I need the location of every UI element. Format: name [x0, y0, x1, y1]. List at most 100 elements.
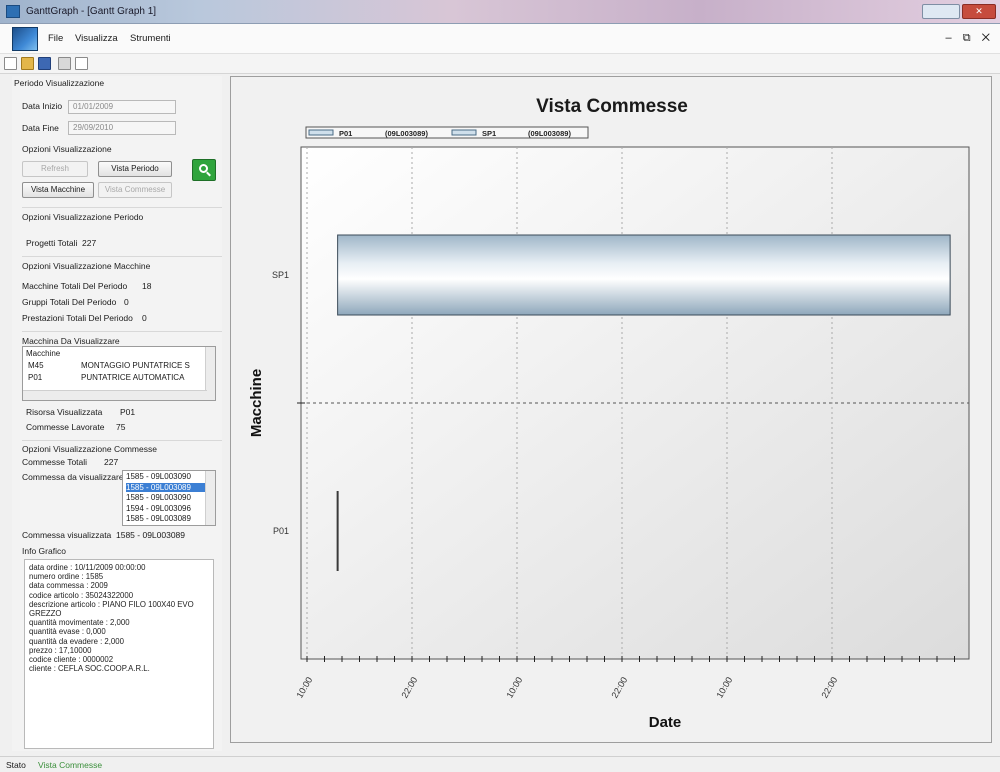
commessa-visualizzata-value: 1585 - 09L003089 [116, 530, 186, 540]
commesse-listbox[interactable]: 1585 - 09L003089 1594 - 09L003096 1585 - 0… [122, 470, 216, 526]
legend-series-name: P01 [339, 129, 352, 138]
data-fine-field[interactable]: 29/09/2010 [68, 121, 176, 135]
macchina-header: Macchina Da Visualizzare [22, 336, 120, 346]
vista-commesse-button[interactable]: Vista Commesse [98, 182, 172, 198]
print-preview-icon[interactable] [75, 57, 88, 70]
title-bar: GanttGraph - [Gantt Graph 1] ✕ [0, 0, 1000, 24]
risorsa-label: Risorsa Visualizzata [26, 407, 103, 417]
refresh-button[interactable]: Refresh [22, 161, 88, 177]
legend-swatch [308, 129, 334, 136]
data-inizio-label: Data Inizio [22, 101, 63, 111]
x-tick-label: 10:00 [714, 675, 734, 700]
prestazioni-value: 0 [142, 313, 147, 323]
macchina-code[interactable]: P01 [28, 373, 42, 382]
commesse-opts-header: Opzioni Visualizzazione Commesse [22, 444, 157, 454]
x-tick-label: 10:00 [294, 675, 314, 700]
info-line: codice articolo : 35024322000 [29, 590, 134, 600]
info-line: codice cliente : 0000002 [29, 655, 114, 665]
search-button[interactable] [192, 159, 216, 181]
gantt-chart: Vista Commesse P01 (09L003089) SP1 (09L00308… [248, 96, 970, 731]
info-line: prezzo : 17,10000 [29, 645, 92, 655]
progetti-label: Progetti Totali [26, 238, 78, 248]
info-line: numero ordine : 1585 [29, 572, 104, 582]
progetti-value: 227 [82, 238, 97, 248]
commessa-list-item[interactable]: 1585 - 09L003089 [126, 482, 206, 492]
gruppi-value: 0 [124, 297, 129, 307]
commessa-list-item[interactable]: 1585 - 09L003089 [126, 514, 206, 523]
legend-series-name: SP1 [482, 129, 496, 138]
save-icon[interactable] [38, 57, 51, 70]
vista-periodo-button[interactable]: Vista Periodo [98, 161, 172, 177]
y-axis-title: Macchine [248, 369, 265, 437]
commessa-list-item[interactable]: 1594 - 09L003096 [126, 504, 206, 513]
y-category-label: P01 [273, 526, 289, 536]
chart-horizontal-scrollbar[interactable] [230, 743, 992, 753]
data-fine-label: Data Fine [22, 123, 59, 133]
prestazioni-label: Prestazioni Totali Del Periodo [22, 313, 133, 323]
legend-series-code: (09L003089) [385, 129, 428, 138]
periodo-opts-header: Opzioni Visualizzazione Periodo [22, 212, 144, 222]
chart-title: Vista Commesse [536, 96, 688, 117]
close-button[interactable]: ✕ [962, 4, 996, 19]
chart-panel: Vista Commesse P01 (09L003089) SP1 (09L00308… [230, 76, 992, 743]
periodo-header: Periodo Visualizzazione [14, 78, 105, 88]
window-title: GanttGraph - [Gantt Graph 1] [26, 6, 157, 17]
macchina-code[interactable]: M45 [28, 361, 44, 370]
horizontal-scrollbar[interactable] [23, 390, 207, 400]
info-line: descrizione articolo : PIANO FILO 100X40… [29, 599, 196, 619]
data-inizio-field[interactable]: 01/01/2009 [68, 100, 176, 114]
menu-bar: File Visualizza Strumenti – ⧉ ✕ [0, 24, 1000, 54]
gruppi-label: Gruppi Totali Del Periodo [22, 297, 117, 307]
macchine-list-header: Macchine [26, 349, 61, 358]
macchine-totali-value: 18 [142, 281, 152, 291]
commesse-totali-label: Commesse Totali [22, 457, 88, 467]
print-icon[interactable] [58, 57, 71, 70]
menu-visualizza[interactable]: Visualizza [75, 33, 118, 44]
gantt-bar [337, 234, 951, 316]
app-icon [6, 5, 20, 18]
info-line: quantità evase : 0,000 [29, 627, 106, 637]
status-value: Vista Commesse [38, 760, 103, 770]
status-bar: Stato Vista Commesse [0, 756, 1000, 772]
macchine-opts-header: Opzioni Visualizzazione Macchine [22, 261, 151, 271]
commessa-da-visualizzare-label: Commessa da visualizzare [22, 472, 124, 482]
legend-swatch [451, 129, 477, 136]
info-grafico-header: Info Grafico [22, 546, 66, 556]
macchine-listbox[interactable]: Macchine M45 MONTAGGIO PUNTATRICE S P01 … [22, 346, 216, 401]
info-line: data commessa : 2009 [29, 581, 108, 591]
y-category-label: SP1 [272, 270, 289, 280]
window-controls[interactable] [922, 4, 960, 19]
new-icon[interactable] [4, 57, 17, 70]
commessa-list-item[interactable]: 1585 - 09L003090 [126, 493, 206, 502]
commessa-list-item[interactable]: 1585 - 09L003090 [126, 472, 206, 481]
x-tick-label: 22:00 [609, 675, 629, 700]
legend-series-code: (09L003089) [528, 129, 571, 138]
menu-strumenti[interactable]: Strumenti [130, 33, 171, 44]
left-panel: Periodo Visualizzazione Data Inizio 01/0… [12, 76, 222, 751]
info-grafico-box: data ordine : 10/11/2009 00:00:00 numero … [24, 559, 214, 749]
info-line: quantità movimentate : 2,000 [29, 618, 130, 628]
macchina-desc[interactable]: MONTAGGIO PUNTATRICE S [81, 361, 190, 370]
info-line: quantità da evadere : 2,000 [29, 636, 124, 646]
mdi-controls[interactable]: – ⧉ ✕ [946, 32, 994, 45]
status-label: Stato [6, 760, 26, 770]
x-axis-title: Date [649, 714, 682, 731]
macchine-totali-label: Macchine Totali Del Periodo [22, 281, 128, 291]
open-icon[interactable] [21, 57, 34, 70]
vista-macchine-button[interactable]: Vista Macchine [22, 182, 94, 198]
macchina-desc[interactable]: PUNTATRICE AUTOMATICA [81, 373, 184, 382]
commesse-lavorate-value: 75 [116, 422, 126, 432]
document-icon [12, 27, 38, 51]
info-line: data ordine : 10/11/2009 00:00:00 [29, 563, 146, 572]
toolbar [0, 54, 1000, 74]
x-tick-label: 10:00 [504, 675, 524, 700]
info-line: cliente : CEFLA SOC.COOP.A.R.L. [29, 664, 150, 674]
risorsa-value: P01 [120, 407, 136, 417]
vertical-scrollbar[interactable] [205, 471, 215, 525]
plot-area [300, 146, 970, 660]
opzioni-header: Opzioni Visualizzazione [22, 144, 112, 154]
x-tick-label: 22:00 [819, 675, 839, 700]
commesse-lavorate-label: Commesse Lavorate [26, 422, 105, 432]
commessa-visualizzata-label: Commessa visualizzata [22, 530, 112, 540]
menu-file[interactable]: File [48, 33, 63, 44]
